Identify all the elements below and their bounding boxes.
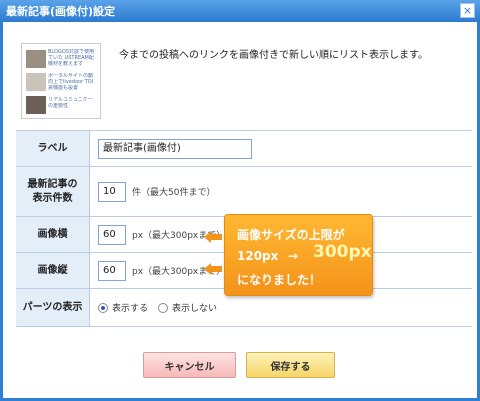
label-field-label: ラベル — [16, 131, 90, 166]
save-button[interactable]: 保存する — [246, 352, 335, 378]
callout-line1: 画像サイズの上限が — [237, 228, 345, 242]
callout-arrow-text: → — [288, 249, 299, 263]
count-input[interactable]: 10 — [98, 181, 126, 202]
preview-thumbnail: BLOGOS対談で使用 ていた USTREAM配 機材を教えます ポータルサイト… — [21, 43, 101, 119]
height-input[interactable]: 60 — [98, 260, 126, 281]
width-input[interactable]: 60 — [98, 224, 126, 245]
thumb-image-3 — [26, 96, 46, 114]
display-field-label: パーツの表示 — [16, 289, 90, 326]
count-label-line1: 最新記事の — [27, 178, 78, 190]
count-row: 最新記事の表示件数 10 件（最大50件まで） — [16, 167, 472, 217]
callout-new-value: 300px — [313, 242, 372, 262]
cancel-button[interactable]: キャンセル — [143, 352, 236, 378]
callout-old-value: 120px — [237, 249, 279, 263]
thumb-image-1 — [26, 50, 46, 68]
count-label-line2: 表示件数 — [32, 192, 73, 204]
thumb-text: 貢機能も設置 — [48, 85, 79, 91]
height-field-label: 画像縦 — [16, 253, 90, 288]
callout-line3: になりました！ — [237, 273, 322, 287]
size-limit-callout: 画像サイズの上限が 120px → 300px になりました！ — [224, 214, 373, 296]
thumb-text: 機材を教えます — [48, 61, 84, 67]
callout-arrow-icon — [204, 263, 222, 275]
thumb-text: の重要性 — [48, 103, 69, 109]
label-row: ラベル 最新記事(画像付) — [16, 131, 472, 167]
intro-text: 今までの投稿へのリンクを画像付きで新しい順にリスト表示します。 — [119, 50, 428, 61]
show-radio-label[interactable]: 表示する — [112, 301, 148, 314]
settings-dialog: 最新記事(画像付)設定 × BLOGOS対談で使用 ていた USTREAM配 機… — [0, 0, 480, 401]
dialog-title: 最新記事(画像付)設定 — [6, 5, 116, 18]
title-bar: 最新記事(画像付)設定 × — [0, 0, 480, 22]
count-note: 件（最大50件まで） — [132, 188, 216, 198]
thumb-image-2 — [26, 73, 46, 91]
hide-radio[interactable] — [158, 302, 169, 313]
close-icon: × — [462, 4, 473, 17]
hide-radio-label[interactable]: 表示しない — [172, 301, 217, 314]
count-field-label: 最新記事の 表示件数 — [16, 167, 90, 216]
callout-arrow-icon — [204, 231, 222, 243]
label-input[interactable]: 最新記事(画像付) — [98, 138, 252, 159]
width-field-label: 画像横 — [16, 217, 90, 252]
close-button[interactable]: × — [460, 3, 475, 18]
show-radio[interactable] — [98, 302, 108, 313]
